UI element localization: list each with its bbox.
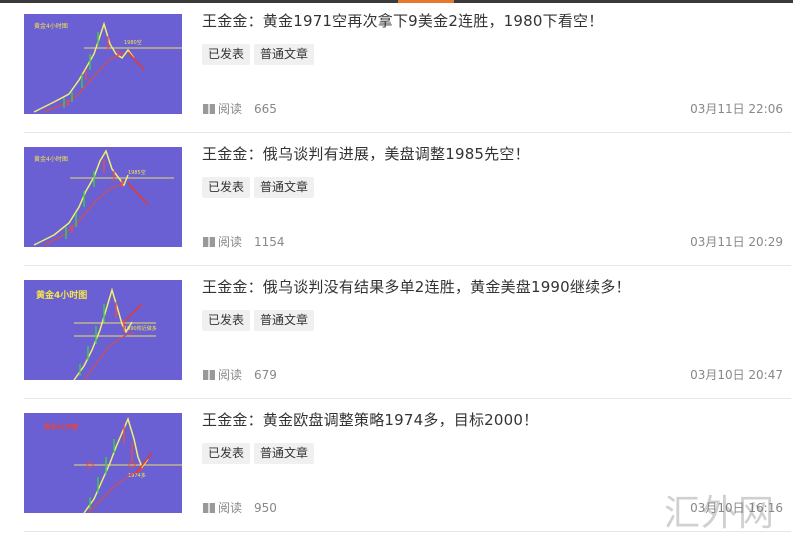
book-icon	[203, 104, 215, 114]
article-tags: 已发表 普通文章	[202, 309, 318, 331]
article-tags: 已发表 普通文章	[202, 442, 318, 464]
article-item[interactable]: 黄金4小时图 1980空 王金金：黄金1971空再次拿下9美金2连胜，1980下…	[24, 0, 791, 133]
type-tag: 普通文章	[254, 177, 315, 198]
book-icon	[203, 370, 215, 380]
views-count: 665	[254, 102, 277, 116]
article-thumbnail[interactable]: 黄金4小时图 1980空	[24, 14, 182, 114]
article-thumbnail[interactable]: 黄金4小时图 1985空	[24, 147, 182, 247]
article-thumbnail[interactable]: 黄金4小时图 1990附近做多	[24, 280, 182, 380]
views-count: 950	[254, 501, 277, 515]
article-date: 03月10日 20:47	[690, 368, 783, 382]
watermark: 汇外网	[664, 493, 776, 534]
book-icon	[203, 237, 215, 247]
type-tag: 普通文章	[254, 44, 315, 65]
views-label: 阅读	[218, 501, 243, 515]
status-tag: 已发表	[202, 44, 251, 65]
article-title[interactable]: 王金金：黄金欧盘调整策略1974多，目标2000！	[202, 409, 538, 430]
type-tag: 普通文章	[254, 310, 315, 331]
thumb-annotation: 1980空	[124, 39, 142, 46]
article-date: 03月11日 22:06	[690, 102, 783, 116]
article-thumbnail[interactable]: 黄金4小时图 1974多	[24, 413, 182, 513]
views-label: 阅读	[218, 235, 243, 249]
article-meta: 阅读 665	[203, 100, 277, 117]
thumb-annotation: 1985空	[128, 169, 146, 176]
article-tags: 已发表 普通文章	[202, 43, 318, 65]
article-item[interactable]: 黄金4小时图 1985空 王金金：俄乌谈判有进展，美盘调整1985先空！ 已发表…	[24, 133, 791, 266]
views-label: 阅读	[218, 368, 243, 382]
thumb-chart-title: 黄金4小时图	[34, 22, 68, 30]
views-label: 阅读	[218, 102, 243, 116]
book-icon	[203, 503, 215, 513]
article-date: 03月11日 20:29	[690, 235, 783, 249]
thumb-chart-title: 黄金4小时图	[36, 289, 87, 301]
thumb-chart-title: 黄金4小时图	[44, 423, 78, 431]
article-meta: 阅读 679	[203, 366, 277, 383]
thumb-chart-title: 黄金4小时图	[34, 155, 68, 163]
status-tag: 已发表	[202, 310, 251, 331]
article-title[interactable]: 王金金：俄乌谈判有进展，美盘调整1985先空！	[202, 143, 530, 164]
article-title[interactable]: 王金金：俄乌谈判没有结果多单2连胜，黄金美盘1990继续多！	[202, 276, 631, 297]
views-count: 679	[254, 368, 277, 382]
status-tag: 已发表	[202, 443, 251, 464]
views-count: 1154	[254, 235, 285, 249]
status-tag: 已发表	[202, 177, 251, 198]
article-item[interactable]: 黄金4小时图 1990附近做多 王金金：俄乌谈判没有结果多单2连胜，黄金美盘19…	[24, 266, 791, 399]
article-title[interactable]: 王金金：黄金1971空再次拿下9美金2连胜，1980下看空！	[202, 10, 603, 31]
type-tag: 普通文章	[254, 443, 315, 464]
article-meta: 阅读 950	[203, 499, 277, 516]
article-tags: 已发表 普通文章	[202, 176, 318, 198]
article-meta: 阅读 1154	[203, 233, 285, 250]
